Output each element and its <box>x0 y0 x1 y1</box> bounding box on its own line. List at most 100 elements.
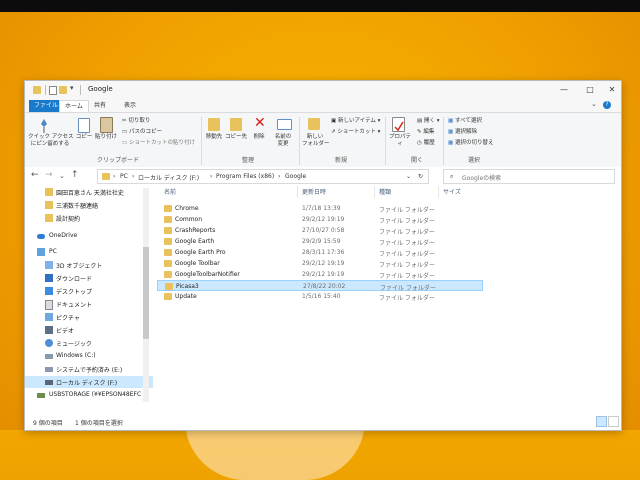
cut-button[interactable]: ✂ 切り取り <box>122 116 150 124</box>
sidebar-item-folder-1[interactable]: 園田百恵さん 天満社社史 <box>25 186 153 198</box>
sidebar-item-3d-objects[interactable]: 3D オブジェクト <box>25 259 153 271</box>
column-header-type[interactable]: 種類 <box>379 187 391 196</box>
edit-label: 編集 <box>423 129 435 135</box>
column-header-name[interactable]: 名前 <box>164 187 176 196</box>
maximize-button[interactable]: □ <box>578 82 602 98</box>
close-button[interactable]: ✕ <box>600 82 621 98</box>
tab-home[interactable]: ホーム <box>59 100 89 112</box>
new-folder-quick-icon[interactable] <box>59 86 67 94</box>
new-item-button[interactable]: ▣ 新しいアイテム ▾ <box>331 116 380 124</box>
up-arrow-icon[interactable]: ↑ <box>71 170 79 180</box>
sidebar-item-drive-e[interactable]: システムで予約済み (E:) <box>25 363 153 375</box>
tab-file[interactable]: ファイル <box>29 100 64 112</box>
sidebar-item-documents[interactable]: ドキュメント <box>25 298 153 310</box>
sidebar-item-onedrive[interactable]: OneDrive <box>25 230 153 242</box>
new-item-label: 新しいアイテム ▾ <box>337 118 381 124</box>
details-view-icon[interactable] <box>596 416 607 427</box>
file-date: 28/3/11 17:36 <box>302 249 345 256</box>
refresh-icon[interactable]: ↻ <box>418 173 423 180</box>
invert-selection-button[interactable]: ▦ 選択の切り替え <box>448 138 493 146</box>
chevron-down-icon[interactable]: ⌄ <box>591 100 597 108</box>
column-divider[interactable] <box>374 186 375 198</box>
sidebar-scrollbar-thumb[interactable] <box>143 247 149 339</box>
sidebar-item-music[interactable]: ミュージック <box>25 337 153 349</box>
recent-dropdown-icon[interactable]: ⌄ <box>59 172 65 180</box>
select-all-button[interactable]: ▦ すべて選択 <box>448 116 482 124</box>
sidebar-item-drive-f[interactable]: ローカル ディスク (F:) <box>25 376 153 388</box>
file-date: 1/7/18 13:39 <box>302 205 341 212</box>
file-row[interactable]: Google Toolbar 29/2/12 19:19 ファイル フォルダー <box>157 258 483 269</box>
back-arrow-icon[interactable]: ← <box>31 170 39 180</box>
sidebar-item-desktop[interactable]: デスクトップ <box>25 285 153 297</box>
sidebar-item-usb-storage[interactable]: USBSTORAGE (¥¥EPSON48EFC <box>25 389 153 401</box>
column-header-size[interactable]: サイズ <box>443 187 461 196</box>
large-icons-view-icon[interactable] <box>608 416 619 427</box>
paste-shortcut-button[interactable]: ▭ ショートカットの貼り付け <box>122 138 195 146</box>
tab-share[interactable]: 共有 <box>89 100 111 112</box>
sidebar-item-videos[interactable]: ビデオ <box>25 324 153 336</box>
file-row[interactable]: GoogleToolbarNotifier 29/2/12 19:19 ファイル… <box>157 269 483 280</box>
help-icon[interactable]: ? <box>603 101 611 109</box>
file-row[interactable]: Common 29/2/12 19:19 ファイル フォルダー <box>157 214 483 225</box>
column-header-date[interactable]: 更新日時 <box>302 187 326 196</box>
file-row[interactable]: Chrome 1/7/18 13:39 ファイル フォルダー <box>157 203 483 214</box>
search-icon: ⌕ <box>450 173 454 180</box>
picture-icon <box>45 313 53 321</box>
file-type: ファイル フォルダー <box>379 229 435 236</box>
file-row[interactable]: Google Earth Pro 28/3/11 17:36 ファイル フォルダ… <box>157 247 483 258</box>
edit-button[interactable]: ✎ 編集 <box>417 127 434 135</box>
download-icon <box>45 274 53 282</box>
breadcrumb-google[interactable]: Google <box>285 173 306 180</box>
file-row[interactable]: Update 1/5/16 15:40 ファイル フォルダー <box>157 291 483 302</box>
music-icon <box>45 339 53 347</box>
sidebar-item-folder-2[interactable]: 三浦数千額連絡 <box>25 199 153 211</box>
file-date: 27/8/22 20:02 <box>303 283 346 290</box>
sidebar-item-label: ビデオ <box>56 328 75 335</box>
breadcrumb-pc[interactable]: PC <box>120 173 128 180</box>
sidebar-item-pc[interactable]: PC <box>25 246 153 258</box>
forward-arrow-icon[interactable]: → <box>45 170 53 180</box>
sidebar-item-downloads[interactable]: ダウンロード <box>25 272 153 284</box>
copy-path-button[interactable]: ▭ パスのコピー <box>122 127 162 135</box>
address-field[interactable]: › PC › ローカル ディスク (F:) › Program Files (x… <box>97 169 429 184</box>
window-title: Google <box>88 85 113 93</box>
sidebar-item-folder-3[interactable]: 設計契約 <box>25 212 153 224</box>
column-divider[interactable] <box>438 186 439 198</box>
sidebar-item-label: ドキュメント <box>56 302 93 309</box>
search-field[interactable]: ⌕ Googleの検索 <box>443 169 615 184</box>
shortcut-button[interactable]: ⇗ ショートカット ▾ <box>331 127 380 135</box>
properties-quick-icon[interactable] <box>49 86 57 95</box>
file-date: 29/2/12 19:19 <box>302 271 345 278</box>
tab-view[interactable]: 表示 <box>119 100 141 112</box>
quick-access-dropdown-icon[interactable]: ▾ <box>70 84 74 92</box>
sidebar-item-label: OneDrive <box>49 232 78 239</box>
sidebar-item-label: USBSTORAGE (¥¥EPSON48EFC <box>49 391 142 398</box>
history-icon: ◷ <box>417 140 422 146</box>
drive-icon <box>45 354 53 359</box>
file-row-selected[interactable]: Picasa3 27/8/22 20:02 ファイル フォルダー <box>157 280 483 292</box>
select-none-button[interactable]: ▦ 選択解除 <box>448 127 477 135</box>
address-dropdown-icon[interactable]: ⌄ <box>406 173 411 180</box>
file-row[interactable]: Google Earth 29/2/9 15:59 ファイル フォルダー <box>157 236 483 247</box>
breadcrumb-program-files[interactable]: Program Files (x86) <box>216 173 274 180</box>
sidebar-item-label: デスクトップ <box>56 289 93 296</box>
group-divider <box>443 117 444 165</box>
cut-label: 切り取り <box>128 118 151 124</box>
file-date: 29/2/12 19:19 <box>302 260 345 267</box>
column-divider[interactable] <box>297 186 298 198</box>
minimize-button[interactable]: — <box>552 82 576 98</box>
file-date: 1/5/16 15:40 <box>302 293 341 300</box>
paste-label: 貼り付け <box>95 134 118 140</box>
history-button[interactable]: ◷ 履歴 <box>417 138 435 146</box>
open-button[interactable]: ▤ 開く ▾ <box>417 116 439 124</box>
sidebar-item-label: 設計契約 <box>56 216 81 223</box>
sidebar-item-label: ピクチャ <box>56 315 80 322</box>
sidebar-item-pictures[interactable]: ピクチャ <box>25 311 153 323</box>
sidebar-item-label: ミュージック <box>56 341 92 348</box>
sidebar-item-drive-c[interactable]: Windows (C:) <box>25 350 153 362</box>
pin-icon <box>39 118 49 133</box>
breadcrumb-local-disk[interactable]: ローカル ディスク (F:) <box>138 173 199 182</box>
folder-icon <box>164 260 172 267</box>
paste-icon <box>100 117 113 133</box>
file-row[interactable]: CrashReports 27/10/27 0:58 ファイル フォルダー <box>157 225 483 236</box>
